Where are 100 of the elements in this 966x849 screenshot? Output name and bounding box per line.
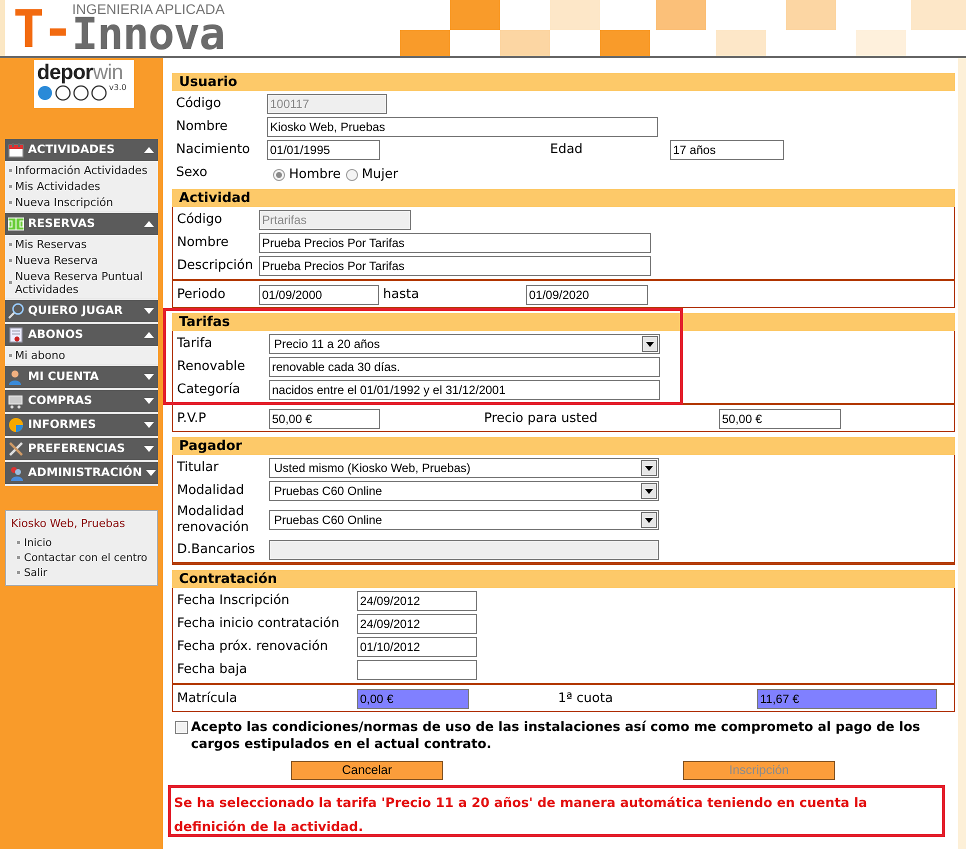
bullet-icon	[9, 242, 12, 246]
menu-header[interactable]: ADMINISTRACIÓN	[5, 462, 158, 484]
field-label: Titular	[177, 460, 220, 476]
document-icon	[8, 327, 24, 343]
logo-prefix: T-	[13, 6, 72, 54]
pie-chart-icon	[8, 417, 24, 433]
input-field[interactable]: Prueba Precios Por Tarifas	[259, 232, 651, 252]
field-label: 1ª cuota	[558, 690, 614, 706]
court-icon	[8, 216, 24, 232]
menu-header[interactable]: COMPRAS	[5, 390, 158, 412]
bullet-icon	[17, 556, 20, 559]
field-label: Descripción	[177, 258, 254, 274]
logo-text: deporwin	[37, 62, 123, 84]
caret-icon	[144, 374, 154, 380]
menu-item[interactable]: Nueva Reserva Puntual Actividades	[5, 268, 158, 297]
bullet-icon	[17, 571, 20, 574]
menu-item[interactable]: Mis Reservas	[5, 236, 158, 252]
people-icon	[8, 465, 24, 481]
field-label: Nombre	[177, 234, 230, 250]
menu-header[interactable]: MI CUENTA	[5, 366, 158, 388]
field-label: Modalidad renovación	[177, 504, 250, 536]
input-field[interactable]: 17 años	[670, 140, 784, 160]
caret-icon	[144, 221, 154, 227]
person-icon	[8, 369, 24, 385]
menu-item[interactable]: Información Actividades	[5, 162, 158, 178]
input-field[interactable]: Prueba Precios Por Tarifas	[259, 256, 651, 276]
user-link[interactable]: Contactar con el centro	[11, 550, 152, 564]
field-label: Fecha Inscripción	[177, 592, 290, 608]
field-label: D.Bancarios	[177, 542, 256, 558]
caret-icon	[144, 446, 154, 452]
section-header: Contratación	[172, 570, 955, 588]
tagline: INGENIERIA APLICADA	[72, 2, 225, 16]
field-label: Categoría	[177, 382, 242, 398]
input-field[interactable]: 24/09/2012	[357, 590, 477, 610]
caret-icon	[146, 470, 156, 476]
user-link[interactable]: Salir	[11, 566, 152, 580]
field-label: Tarifa	[177, 336, 214, 352]
field-label: Sexo	[176, 164, 208, 180]
field-label: Fecha inicio contratación	[177, 616, 340, 632]
notice-text: Se ha seleccionado la tarifa 'Precio 11 a 20 años' de manera automática teniendo en cuenta la definición de la actividad.	[174, 796, 868, 835]
checkbox[interactable]	[175, 721, 188, 734]
bullet-icon	[9, 258, 12, 262]
field-label: Fecha baja	[177, 662, 248, 678]
section-header: Usuario	[172, 73, 955, 91]
caret-icon	[144, 308, 154, 314]
logo-word: Innova	[72, 16, 225, 54]
dropdown[interactable]: Usted mismo (Kiosko Web, Pruebas)	[269, 458, 659, 478]
field-label: Edad	[550, 142, 584, 158]
dropdown[interactable]: Pruebas C60 Online	[269, 510, 659, 530]
cart-icon	[8, 393, 24, 409]
input-field[interactable]: 01/10/2012	[357, 636, 477, 656]
input-field[interactable]	[357, 660, 477, 680]
menu-item[interactable]: Nueva Inscripción	[5, 194, 158, 210]
menu-header[interactable]: RESERVAS	[5, 213, 158, 235]
dropdown[interactable]: Pruebas C60 Online	[269, 480, 659, 500]
circles-drawing	[37, 84, 107, 102]
field-label: Nombre	[176, 118, 229, 134]
section-header: Pagador	[172, 437, 955, 455]
menu-header[interactable]: QUIERO JUGAR	[5, 300, 158, 322]
input-field[interactable]: 01/09/2000	[259, 284, 379, 304]
input-field[interactable]: 01/01/1995	[267, 140, 380, 160]
caret-icon	[144, 422, 154, 428]
menu-item[interactable]: Nueva Reserva	[5, 252, 158, 268]
input-field[interactable]: Kiosko Web, Pruebas	[267, 116, 658, 136]
caret-icon	[144, 147, 154, 153]
racket-icon	[8, 303, 24, 319]
menu-header[interactable]: INFORMES	[5, 414, 158, 436]
input-field[interactable]: 50,00 €	[719, 408, 841, 428]
dropdown[interactable]: Precio 11 a 20 años	[269, 334, 660, 354]
user-name: Kiosko Web, Pruebas	[11, 516, 126, 532]
field-label: P.V.P	[177, 410, 208, 426]
field-label: Fecha próx. renovación	[177, 638, 329, 654]
input-field[interactable]: 24/09/2012	[357, 614, 477, 634]
field-label: Código	[176, 96, 222, 112]
input-field[interactable]: 01/09/2020	[526, 284, 648, 304]
input-field[interactable]: renovable cada 30 días.	[269, 356, 660, 376]
radio-option[interactable]: Mujer	[346, 164, 398, 184]
bullet-icon	[9, 168, 12, 172]
menu-item[interactable]: Mi abono	[5, 347, 158, 363]
input-field[interactable]: 50,00 €	[269, 408, 380, 428]
menu-item[interactable]: Mis Actividades	[5, 178, 158, 194]
field-label: hasta	[383, 286, 420, 302]
field-label: Nacimiento	[176, 142, 252, 158]
input-field[interactable]: 0,00 €	[357, 688, 469, 708]
cancel-button[interactable]: Cancelar	[291, 761, 443, 780]
menu-header[interactable]: PREFERENCIAS	[5, 438, 158, 460]
section-header: Actividad	[172, 189, 955, 207]
input-field[interactable]: 11,67 €	[757, 688, 937, 708]
user-link[interactable]: Inicio	[11, 536, 152, 550]
field-label: Precio para usted	[484, 410, 599, 426]
menu-header[interactable]: ABONOS	[5, 324, 158, 346]
bullet-icon	[9, 354, 12, 356]
radio-option[interactable]: Hombre	[273, 164, 341, 184]
field-label: Renovable	[177, 358, 246, 374]
menu-header[interactable]: ACTIVIDADES	[5, 139, 158, 161]
calendar-icon	[8, 142, 24, 158]
bullet-icon	[17, 541, 20, 544]
caret-icon	[144, 398, 154, 404]
field-label: Periodo	[177, 286, 226, 302]
input-field[interactable]: nacidos entre el 01/01/1992 y el 31/12/2001	[269, 380, 660, 400]
